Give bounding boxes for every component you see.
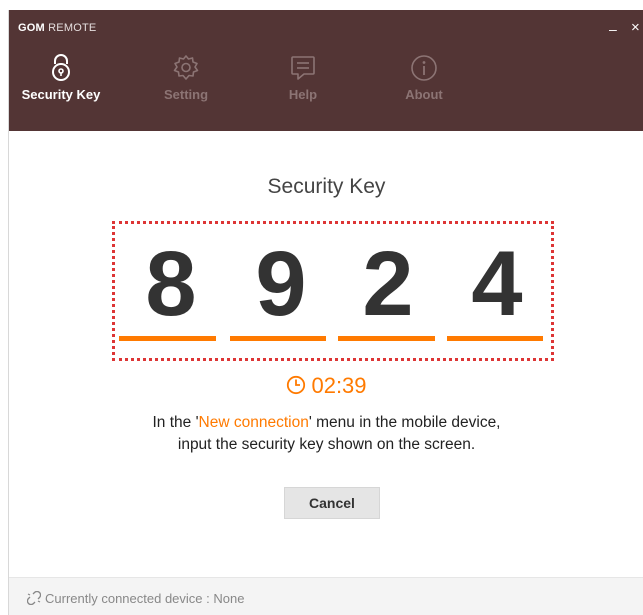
connection-status-text: Currently connected device : None bbox=[45, 591, 245, 606]
timer-value: 02:39 bbox=[311, 373, 367, 398]
lock-icon bbox=[52, 54, 70, 81]
tab-label-help: Help bbox=[288, 87, 318, 102]
instruction-line-2: input the security key shown on the scre… bbox=[177, 436, 476, 453]
tab-label-setting: Setting bbox=[163, 87, 209, 102]
tab-help[interactable]: Help bbox=[271, 54, 335, 120]
key-digit: 4 bbox=[471, 233, 523, 335]
clock-icon bbox=[287, 375, 306, 395]
digit-underline bbox=[447, 336, 543, 341]
app-title: GOM REMOTE bbox=[18, 22, 96, 34]
digit-underline bbox=[230, 336, 326, 341]
countdown-timer: 02:39 bbox=[9, 373, 643, 399]
status-bar: Currently connected device : None bbox=[9, 577, 643, 615]
chat-icon bbox=[291, 56, 315, 80]
app-window: GOM REMOTE – × Security Key Setting Help… bbox=[8, 10, 643, 615]
digit-underline bbox=[338, 336, 435, 341]
brand-bold: GOM bbox=[18, 22, 45, 34]
page-title: Security Key bbox=[267, 175, 386, 198]
tab-security-key[interactable]: Security Key bbox=[9, 54, 113, 120]
header: GOM REMOTE – × Security Key Setting Help… bbox=[9, 10, 643, 131]
instruction-prefix: In the ' bbox=[152, 414, 199, 431]
instruction-line-1: In the 'New connection' menu in the mobi… bbox=[9, 412, 643, 434]
tab-about[interactable]: About bbox=[389, 54, 459, 120]
instruction-text: In the 'New connection' menu in the mobi… bbox=[9, 412, 643, 456]
tab-label-about: About bbox=[405, 87, 443, 102]
tab-setting[interactable]: Setting bbox=[146, 54, 226, 120]
digit-underline bbox=[119, 336, 216, 341]
minimize-button[interactable]: – bbox=[609, 22, 617, 36]
tab-label-security-key: Security Key bbox=[21, 87, 101, 102]
brand-light: REMOTE bbox=[48, 22, 97, 34]
info-icon bbox=[411, 55, 437, 81]
key-digit: 8 bbox=[145, 233, 197, 335]
gear-icon bbox=[173, 55, 199, 80]
broken-link-icon bbox=[26, 590, 42, 606]
new-connection-highlight: New connection bbox=[198, 414, 309, 431]
close-button[interactable]: × bbox=[631, 20, 640, 35]
instruction-suffix: ' menu in the mobile device, bbox=[308, 414, 501, 431]
connection-status: Currently connected device : None bbox=[26, 590, 245, 606]
cancel-button[interactable]: Cancel bbox=[284, 487, 380, 519]
key-digit: 9 bbox=[255, 233, 307, 335]
key-digit: 2 bbox=[362, 233, 414, 335]
